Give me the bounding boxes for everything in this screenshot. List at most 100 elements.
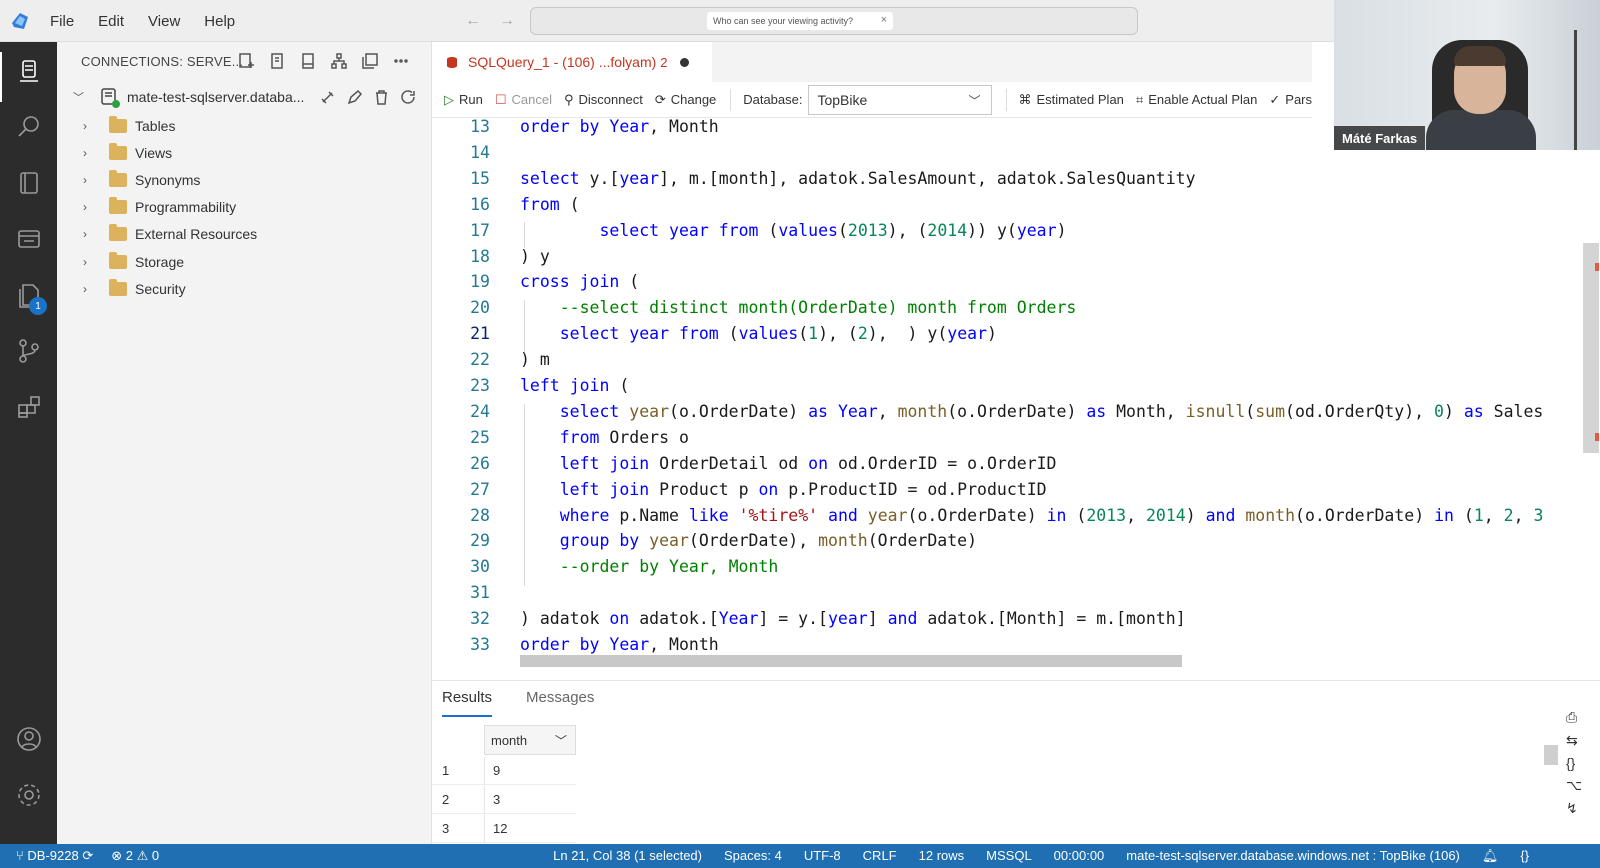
code-text[interactable]: left join ( bbox=[520, 373, 629, 399]
chevron-down-icon[interactable]: ﹀ bbox=[73, 89, 93, 105]
horizontal-scrollbar[interactable] bbox=[520, 655, 1182, 667]
tree-node-security[interactable]: › Security bbox=[57, 275, 432, 302]
search-icon[interactable] bbox=[14, 112, 44, 142]
code-line[interactable]: 19 cross join ( bbox=[432, 269, 1600, 295]
feedback-icon[interactable]: {} bbox=[1520, 848, 1529, 864]
back-arrow-icon[interactable]: ← bbox=[465, 12, 481, 30]
column-header-month[interactable]: month ﹀ bbox=[484, 725, 576, 755]
code-text[interactable]: from Orders o bbox=[520, 425, 689, 451]
code-text[interactable]: --select distinct month(OrderDate) month… bbox=[520, 295, 1077, 321]
connection-name[interactable]: mate-test-sqlserver.databa... bbox=[127, 89, 309, 105]
code-line[interactable]: 29 group by year(OrderDate), month(Order… bbox=[432, 528, 1600, 554]
disconnect-button[interactable]: ⚲ Disconnect bbox=[564, 92, 643, 108]
chevron-down-icon[interactable]: ﹀ bbox=[555, 732, 567, 749]
chevron-right-icon[interactable]: › bbox=[83, 227, 99, 241]
menu-edit[interactable]: Edit bbox=[98, 13, 124, 30]
tree-node-programmability[interactable]: › Programmability bbox=[57, 194, 432, 221]
save-excel-icon[interactable]: ⇆ bbox=[1566, 732, 1582, 749]
code-line[interactable]: 31 bbox=[432, 580, 1600, 606]
new-query-icon[interactable] bbox=[268, 52, 286, 70]
menu-file[interactable]: File bbox=[50, 13, 74, 30]
new-group-icon[interactable] bbox=[299, 52, 317, 70]
tree-node-storage[interactable]: › Storage bbox=[57, 248, 432, 275]
table-row[interactable]: 3 12 bbox=[432, 815, 576, 843]
menu-view[interactable]: View bbox=[148, 13, 180, 30]
table-row[interactable]: 19 bbox=[432, 757, 576, 785]
refresh-icon[interactable] bbox=[400, 89, 417, 106]
code-line[interactable]: 32) adatok on adatok.[Year] = y.[year] a… bbox=[432, 606, 1600, 632]
forward-arrow-icon[interactable]: → bbox=[499, 12, 515, 30]
code-line[interactable]: 27 left join Product p on p.ProductID = … bbox=[432, 477, 1600, 503]
code-line[interactable]: 16 from ( bbox=[432, 192, 1600, 218]
code-line[interactable]: 28 where p.Name like '%tire%' and year(o… bbox=[432, 503, 1600, 529]
language-mode[interactable]: MSSQL bbox=[986, 848, 1032, 864]
change-connection-button[interactable]: ⟳ Change bbox=[655, 92, 716, 108]
code-text[interactable]: order by Year, Month bbox=[520, 118, 719, 140]
disconnect-icon[interactable] bbox=[319, 89, 336, 106]
vertical-scrollbar[interactable] bbox=[1583, 243, 1599, 453]
cell-month[interactable]: 9 bbox=[493, 763, 500, 778]
code-text[interactable]: group by year(OrderDate), month(OrderDat… bbox=[520, 528, 977, 554]
problems-item[interactable]: ⊗ 2 ⚠ 0 bbox=[111, 848, 159, 864]
new-connection-icon[interactable] bbox=[237, 52, 255, 70]
code-text[interactable]: left join Product p on p.ProductID = od.… bbox=[520, 477, 1047, 503]
results-scrollbar[interactable] bbox=[1544, 745, 1558, 765]
run-button[interactable]: ▷ Run bbox=[444, 92, 483, 108]
connections-icon[interactable] bbox=[14, 56, 44, 86]
code-editor[interactable]: 13 order by Year, Month 14 15 select y.[year… bbox=[432, 118, 1600, 680]
code-line[interactable]: 23 left join ( bbox=[432, 373, 1600, 399]
chevron-right-icon[interactable]: › bbox=[83, 255, 99, 269]
line-ending[interactable]: CRLF bbox=[863, 848, 897, 864]
extensions-view-icon[interactable] bbox=[14, 224, 44, 254]
sharing-notice[interactable]: Who can see your viewing activity? × bbox=[707, 12, 893, 30]
tab-sqlquery[interactable]: SQLQuery_1 - (106) ...folyam) 2 bbox=[432, 42, 712, 82]
save-xml-icon[interactable]: ⌥ bbox=[1566, 777, 1582, 794]
source-control-icon[interactable] bbox=[14, 336, 44, 366]
code-line[interactable]: 21 select year from (values(1), (2), ) y… bbox=[432, 321, 1600, 347]
tree-node-views[interactable]: › Views bbox=[57, 139, 432, 166]
tab-results[interactable]: Results bbox=[442, 681, 493, 717]
chevron-right-icon[interactable]: › bbox=[83, 200, 99, 214]
save-json-icon[interactable]: {} bbox=[1566, 755, 1582, 771]
bell-icon[interactable]: 🔔︎ bbox=[1482, 848, 1499, 864]
code-line[interactable]: 22) m bbox=[432, 347, 1600, 373]
chevron-right-icon[interactable]: › bbox=[83, 173, 99, 187]
account-icon[interactable] bbox=[14, 724, 44, 754]
indentation[interactable]: Spaces: 4 bbox=[724, 848, 782, 864]
code-line[interactable]: 30 --order by Year, Month bbox=[432, 554, 1600, 580]
code-text[interactable]: select year from (values(2013), (2014)) … bbox=[520, 218, 1066, 244]
command-center[interactable]: Who can see your viewing activity? × bbox=[530, 7, 1138, 35]
code-text[interactable]: select y.[year], m.[month], adatok.Sales… bbox=[520, 166, 1196, 192]
menu-help[interactable]: Help bbox=[204, 13, 235, 30]
code-line[interactable]: 15 select y.[year], m.[month], adatok.Sal… bbox=[432, 166, 1600, 192]
code-line[interactable]: 17 select year from (values(2013), (2014… bbox=[432, 218, 1600, 244]
code-text[interactable]: cross join ( bbox=[520, 269, 639, 295]
parse-button[interactable]: ✓ Pars bbox=[1269, 92, 1312, 108]
cursor-position[interactable]: Ln 21, Col 38 (1 selected) bbox=[553, 848, 702, 864]
cell-month[interactable]: 12 bbox=[493, 821, 507, 836]
encoding[interactable]: UTF-8 bbox=[804, 848, 841, 864]
code-text[interactable]: left join OrderDetail od on od.OrderID =… bbox=[520, 451, 1057, 477]
collapse-all-icon[interactable] bbox=[361, 52, 379, 70]
cell-month[interactable]: 3 bbox=[493, 792, 500, 807]
enable-actual-plan-button[interactable]: ⌗ Enable Actual Plan bbox=[1136, 92, 1257, 108]
code-text[interactable]: --order by Year, Month bbox=[520, 554, 779, 580]
code-line[interactable]: 18) y bbox=[432, 244, 1600, 270]
chevron-right-icon[interactable]: › bbox=[83, 282, 99, 296]
tree-node-tables[interactable]: › Tables bbox=[57, 112, 432, 139]
code-line[interactable]: 24 select year(o.OrderDate) as Year, mon… bbox=[432, 399, 1600, 425]
notebooks-icon[interactable] bbox=[14, 168, 44, 198]
branch-item[interactable]: ⑂ DB-9228 ⟳ bbox=[16, 848, 93, 864]
chevron-right-icon[interactable]: › bbox=[83, 119, 99, 133]
edit-icon[interactable] bbox=[346, 89, 363, 106]
code-text[interactable]: where p.Name like '%tire%' and year(o.Or… bbox=[520, 503, 1544, 529]
code-line[interactable]: 25 from Orders o bbox=[432, 425, 1600, 451]
code-text[interactable]: ) m bbox=[520, 347, 550, 373]
server-connection[interactable]: ﹀ mate-test-sqlserver.databa... bbox=[57, 84, 432, 110]
cancel-button[interactable]: ☐ Cancel bbox=[495, 92, 552, 108]
code-text[interactable]: from ( bbox=[520, 192, 580, 218]
code-line[interactable]: 26 left join OrderDetail od on od.OrderI… bbox=[432, 451, 1600, 477]
connection-info[interactable]: mate-test-sqlserver.database.windows.net… bbox=[1126, 848, 1460, 864]
code-text[interactable]: select year from (values(1), (2), ) y(ye… bbox=[520, 321, 997, 347]
tab-messages[interactable]: Messages bbox=[526, 681, 594, 717]
